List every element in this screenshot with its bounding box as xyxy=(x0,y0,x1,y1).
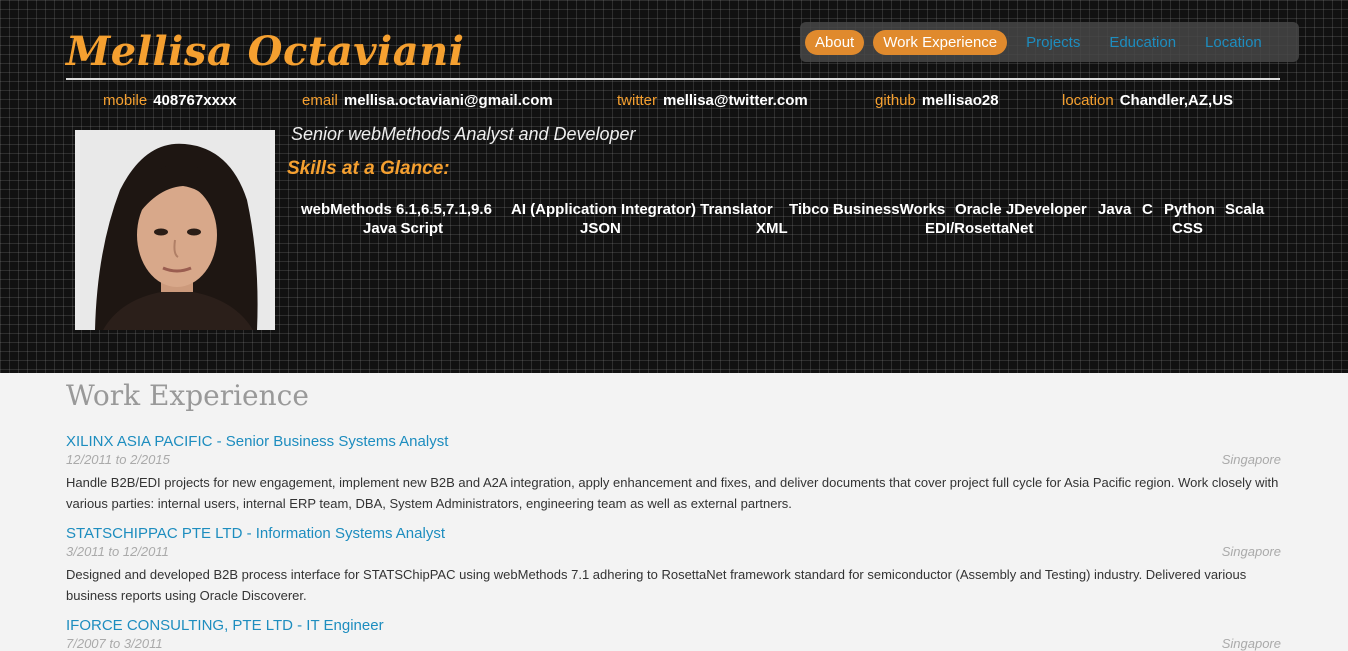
contact-location-value: Chandler,AZ,US xyxy=(1119,92,1234,109)
section-title: Work Experience xyxy=(66,379,309,412)
job-dates: 7/2007 to 3/2011 xyxy=(66,636,163,651)
skills-heading: Skills at a Glance: xyxy=(287,158,450,179)
contact-email: email mellisa.octaviani@gmail.com xyxy=(302,92,553,109)
job-location: Singapore xyxy=(1221,452,1281,467)
contact-twitter: twitter mellisa@twitter.com xyxy=(617,92,808,109)
skill-item: Java xyxy=(1098,201,1132,218)
job-entry: XILINX ASIA PACIFIC - Senior Business Sy… xyxy=(66,433,1281,511)
contact-twitter-value[interactable]: mellisa@twitter.com xyxy=(663,92,808,109)
nav-about[interactable]: About xyxy=(805,29,865,55)
contact-github-label: github xyxy=(875,92,916,109)
nav-bar: About Work Experience Projects Education… xyxy=(800,22,1299,62)
job-location: Singapore xyxy=(1221,544,1281,559)
profile-photo-icon xyxy=(75,130,275,330)
skill-item: JSON xyxy=(580,220,621,237)
skill-item: Java Script xyxy=(363,220,444,237)
role-title: Senior webMethods Analyst and Developer xyxy=(291,124,636,144)
nav-education[interactable]: Education xyxy=(1099,30,1186,55)
contact-email-label: email xyxy=(302,92,338,109)
skill-item: XML xyxy=(756,220,788,237)
header: Mellisa Octaviani About Work Experience … xyxy=(0,0,1348,373)
profile-photo xyxy=(75,130,275,330)
contact-mobile-label: mobile xyxy=(103,92,148,109)
skill-item: CSS xyxy=(1172,220,1203,237)
work-experience-section: Work Experience XILINX ASIA PACIFIC - Se… xyxy=(0,373,1348,651)
contact-mobile: mobile 408767xxxx xyxy=(103,92,237,109)
job-title-link[interactable]: STATSCHIPPAC PTE LTD - Information Syste… xyxy=(66,525,445,543)
job-description: Handle B2B/EDI projects for new engageme… xyxy=(66,475,1279,511)
contact-location-label: location xyxy=(1062,92,1114,109)
contact-github: github mellisao28 xyxy=(875,92,999,109)
nav-projects[interactable]: Projects xyxy=(1016,30,1090,55)
nav-location[interactable]: Location xyxy=(1195,30,1272,55)
skill-item: EDI/RosettaNet xyxy=(925,220,1034,237)
job-entry: IFORCE CONSULTING, PTE LTD - IT Engineer… xyxy=(66,617,1281,651)
nav-work-experience[interactable]: Work Experience xyxy=(873,29,1008,55)
contact-location: location Chandler,AZ,US xyxy=(1062,92,1233,109)
job-title-link[interactable]: IFORCE CONSULTING, PTE LTD - IT Engineer xyxy=(66,617,384,635)
skill-item: C xyxy=(1142,201,1153,218)
job-dates: 12/2011 to 2/2015 xyxy=(66,452,170,467)
skill-item: Python xyxy=(1164,201,1215,218)
job-entry: STATSCHIPPAC PTE LTD - Information Syste… xyxy=(66,525,1281,603)
skill-item: Oracle JDeveloper xyxy=(955,201,1087,218)
job-dates: 3/2011 to 12/2011 xyxy=(66,544,169,559)
skill-item: Scala xyxy=(1225,201,1265,218)
contact-twitter-label: twitter xyxy=(617,92,658,109)
job-location: Singapore xyxy=(1221,636,1281,651)
header-divider xyxy=(66,78,1280,80)
site-name: Mellisa Octaviani xyxy=(66,28,465,75)
skill-item: webMethods 6.1,6.5,7.1,9.6 xyxy=(301,201,492,218)
contact-github-value[interactable]: mellisao28 xyxy=(922,92,999,109)
skill-item: AI (Application Integrator) Translator xyxy=(511,201,773,218)
job-title-link[interactable]: XILINX ASIA PACIFIC - Senior Business Sy… xyxy=(66,433,448,451)
contact-bar: mobile 408767xxxx email mellisa.octaviani@… xyxy=(0,92,1348,112)
contact-mobile-value[interactable]: 408767xxxx xyxy=(153,92,236,109)
skill-item: Tibco BusinessWorks xyxy=(789,201,946,218)
job-description: Designed and developed B2B process inter… xyxy=(66,567,1247,603)
contact-email-value[interactable]: mellisa.octaviani@gmail.com xyxy=(344,92,553,109)
